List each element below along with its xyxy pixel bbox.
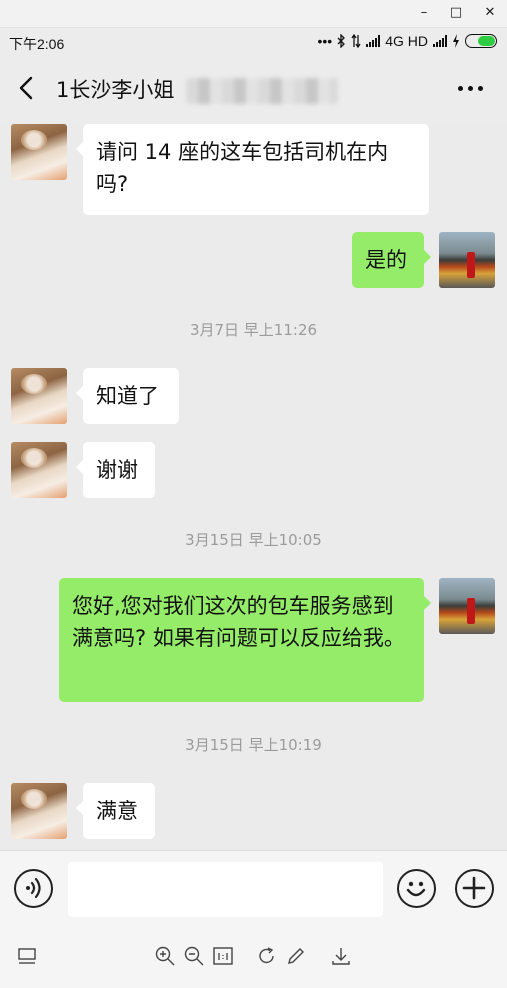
minimize-button[interactable]: – [414, 4, 434, 22]
viewer-toolbar [0, 928, 507, 988]
contact-avatar[interactable] [11, 783, 67, 839]
data-arrows-icon [351, 34, 361, 48]
status-time: 下午2:06 [9, 36, 65, 52]
my-avatar[interactable] [439, 232, 495, 288]
timestamp: 3月7日 早上11:26 [189, 321, 318, 339]
download-icon[interactable] [330, 945, 352, 967]
battery-icon [465, 34, 497, 48]
emoji-button[interactable] [397, 869, 436, 908]
rotate-icon[interactable] [256, 945, 278, 967]
actual-size-icon[interactable] [212, 945, 234, 967]
plus-icon [462, 876, 486, 900]
back-arrow-icon[interactable] [14, 74, 42, 102]
contact-avatar[interactable] [11, 368, 67, 424]
maximize-button[interactable]: □ [446, 4, 466, 22]
bluetooth-icon [337, 34, 346, 48]
chat-input-bar [0, 850, 507, 928]
message-bubble-received[interactable]: 知道了 [76, 368, 179, 424]
message-bubble-received[interactable]: 谢谢 [76, 442, 155, 498]
network-type-label: 4G HD [385, 33, 428, 49]
charging-icon [453, 34, 459, 48]
voice-input-button[interactable] [14, 869, 53, 908]
zoom-in-icon[interactable] [154, 945, 176, 967]
contact-avatar[interactable] [11, 442, 67, 498]
my-avatar[interactable] [439, 578, 495, 634]
message-bubble-sent[interactable]: 您好,您对我们这次的包车服务感到满意吗? 如果有问题可以反应给我。 [59, 578, 431, 702]
message-bubble-received[interactable]: 满意 [76, 783, 155, 839]
timestamp: 3月15日 早上10:19 [185, 736, 322, 754]
message-input[interactable] [68, 862, 383, 917]
chat-header: 1长沙李小姐 [0, 56, 507, 122]
edit-pencil-icon[interactable] [285, 945, 307, 967]
signal-2-icon [433, 35, 447, 47]
window-titlebar: – □ ✕ [0, 0, 507, 28]
contact-avatar[interactable] [11, 124, 67, 180]
chat-title: 1长沙李小姐 [56, 78, 175, 102]
more-notifications-icon: ••• [317, 33, 333, 49]
more-functions-button[interactable] [455, 869, 494, 908]
message-bubble-received[interactable]: 请问 14 座的这车包括司机在内吗? [76, 124, 429, 215]
signal-icon [366, 35, 381, 47]
timestamp: 3月15日 早上10:05 [185, 531, 322, 549]
voice-icon [26, 877, 41, 899]
smiley-icon [406, 881, 426, 897]
close-button[interactable]: ✕ [480, 4, 500, 22]
message-bubble-sent[interactable]: 是的 [352, 232, 431, 288]
status-icons: ••• 4G HD [317, 33, 497, 49]
zoom-out-icon[interactable] [183, 945, 205, 967]
status-bar: 下午2:06 ••• 4G HD [0, 28, 507, 56]
redacted-name-mask [186, 78, 338, 104]
thumbnail-icon[interactable] [16, 945, 38, 967]
more-dots-icon[interactable] [458, 86, 483, 91]
